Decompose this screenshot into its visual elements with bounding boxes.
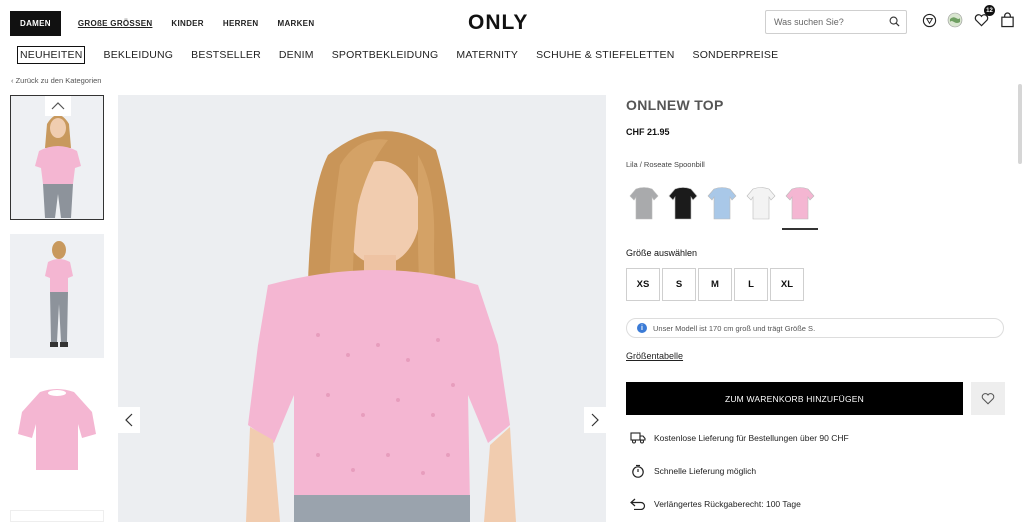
header-icons: 12	[912, 5, 1016, 29]
product-flat-image	[10, 372, 104, 496]
thumbnail-scroll-up-icon[interactable]	[45, 96, 71, 116]
search-placeholder: Was suchen Sie?	[774, 17, 844, 27]
product-thumbnail-4[interactable]	[10, 510, 104, 522]
add-to-cart-button[interactable]: ZUM WARENKORB HINZUFÜGEN	[626, 382, 963, 415]
country-flag-icon[interactable]	[946, 11, 964, 29]
category-maternity[interactable]: MATERNITY	[456, 49, 518, 61]
color-swatch-light-blue[interactable]	[704, 180, 740, 226]
main-product-image[interactable]	[118, 95, 606, 522]
model-info-text: Unser Modell ist 170 cm groß und trägt G…	[653, 323, 816, 333]
size-l-button[interactable]: L	[734, 268, 768, 301]
color-swatch-white[interactable]	[743, 180, 779, 226]
model-back-image	[10, 234, 104, 358]
back-link-label: Zurück zu den Kategorien	[15, 76, 102, 85]
size-s-button[interactable]: S	[662, 268, 696, 301]
category-bekleidung[interactable]: BEKLEIDUNG	[103, 49, 173, 61]
size-select-label: Größe auswählen	[626, 248, 698, 258]
product-title: ONLNEW TOP	[626, 97, 724, 113]
stopwatch-icon	[630, 464, 646, 478]
color-swatches	[626, 180, 821, 230]
category-sonderpreise[interactable]: SONDERPREISE	[692, 49, 778, 61]
main-gender-nav: DAMEN GROßE GRÖSSEN KINDER HERREN MARKEN	[10, 10, 333, 36]
info-icon: i	[637, 323, 647, 333]
feature-text: Kostenlose Lieferung für Bestellungen üb…	[654, 433, 849, 443]
category-neuheiten[interactable]: NEUHEITEN	[17, 46, 86, 64]
feature-text: Schnelle Lieferung möglich	[654, 466, 757, 476]
back-link[interactable]: ‹ Zurück zu den Kategorien	[11, 76, 101, 85]
color-swatch-black[interactable]	[665, 180, 701, 226]
size-xl-button[interactable]: XL	[770, 268, 804, 301]
search-input[interactable]: Was suchen Sie?	[765, 10, 907, 34]
page-scrollbar[interactable]	[1018, 84, 1022, 164]
nav-damen[interactable]: DAMEN	[10, 10, 61, 36]
category-schuhe[interactable]: SCHUHE & STIEFELETTEN	[536, 49, 674, 61]
heart-icon[interactable]: 12	[972, 5, 995, 29]
category-denim[interactable]: DENIM	[279, 49, 314, 61]
wishlist-count-badge: 12	[984, 5, 995, 16]
nav-marken[interactable]: MARKEN	[277, 19, 314, 28]
feature-free-delivery: Kostenlose Lieferung für Bestellungen üb…	[630, 431, 849, 445]
return-arrow-icon	[630, 497, 646, 511]
model-info-notice: i Unser Modell ist 170 cm groß und trägt…	[626, 318, 1004, 338]
category-sportbekleidung[interactable]: SPORTBEKLEIDUNG	[332, 49, 439, 61]
model-wearing-top-image	[118, 95, 606, 522]
size-table-link[interactable]: Größentabelle	[626, 351, 683, 361]
truck-icon	[630, 431, 646, 445]
category-bestseller[interactable]: BESTSELLER	[191, 49, 261, 61]
brand-logo[interactable]: ONLY	[468, 11, 528, 35]
size-xs-button[interactable]: XS	[626, 268, 660, 301]
store-icon[interactable]	[920, 11, 938, 29]
nav-kinder[interactable]: KINDER	[171, 19, 203, 28]
product-price: CHF 21.95	[626, 127, 670, 137]
category-nav: NEUHEITEN BEKLEIDUNG BESTSELLER DENIM SP…	[17, 46, 796, 64]
nav-grosse-groessen[interactable]: GROßE GRÖSSEN	[78, 19, 153, 28]
heart-outline-icon	[981, 393, 995, 405]
chevron-right-icon[interactable]	[584, 407, 606, 433]
search-icon[interactable]	[889, 16, 900, 29]
feature-returns: Verlängertes Rückgaberecht: 100 Tage	[630, 497, 801, 511]
product-thumbnail-2[interactable]	[10, 234, 104, 358]
size-m-button[interactable]: M	[698, 268, 732, 301]
selected-color-label: Lila / Roseate Spoonbill	[626, 160, 705, 169]
size-options: XS S M L XL	[626, 268, 806, 301]
add-to-wishlist-button[interactable]	[971, 382, 1005, 415]
bag-icon[interactable]	[998, 11, 1016, 29]
nav-herren[interactable]: HERREN	[223, 19, 259, 28]
feature-text: Verlängertes Rückgaberecht: 100 Tage	[654, 499, 801, 509]
product-thumbnail-3[interactable]	[10, 372, 104, 496]
color-swatch-grey[interactable]	[626, 180, 662, 226]
feature-fast-delivery: Schnelle Lieferung möglich	[630, 464, 756, 478]
product-thumbnail-1[interactable]	[10, 95, 104, 220]
chevron-left-icon[interactable]	[118, 407, 140, 433]
color-swatch-pink-selected[interactable]	[782, 180, 818, 230]
